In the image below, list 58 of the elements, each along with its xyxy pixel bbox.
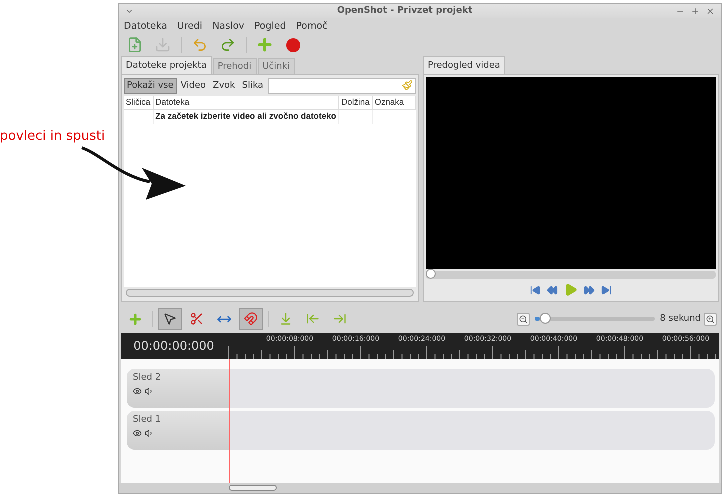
column-header[interactable]: Oznaka [372, 96, 416, 110]
rewind-icon[interactable] [547, 284, 558, 296]
play-icon[interactable] [564, 283, 578, 297]
redo-icon [220, 37, 236, 53]
zoom-out-button[interactable] [517, 312, 530, 326]
filter-button[interactable]: Slika [239, 78, 267, 94]
menu-item[interactable]: Pomoč [296, 20, 328, 32]
speaker-icon[interactable] [145, 429, 154, 438]
speaker-icon[interactable] [145, 387, 154, 396]
eye-icon[interactable] [133, 387, 142, 396]
fast-forward-icon[interactable] [584, 284, 595, 296]
column-header[interactable]: Datoteka [154, 96, 340, 110]
tab[interactable]: Prehodi [212, 58, 257, 74]
jump-right-icon [333, 312, 347, 326]
undo-icon [192, 37, 208, 53]
menu-item[interactable]: Pogled [254, 20, 286, 32]
column-header[interactable]: Sličica [124, 96, 154, 110]
record-icon [286, 38, 300, 52]
menu-item[interactable]: Uredi [177, 20, 203, 32]
menu-item[interactable]: Datoteka [124, 20, 168, 32]
new-file-icon [127, 37, 143, 53]
scrollbar[interactable] [126, 289, 414, 297]
eye-icon[interactable] [133, 429, 142, 438]
clear-icon [402, 80, 413, 91]
maximize-icon[interactable] [691, 6, 700, 16]
down-arrow-icon [279, 312, 293, 326]
column-header[interactable]: Dolžina [339, 96, 373, 110]
zoom-reading: 8 sekund [660, 314, 701, 324]
annotation-text: povleci in spusti [0, 129, 106, 144]
slider-thumb[interactable] [426, 269, 436, 279]
skip-start-icon[interactable] [530, 284, 541, 296]
save-icon [155, 37, 171, 53]
window-title: OpenShot - Privzet projekt [336, 6, 474, 16]
zoom-in-button[interactable] [704, 312, 717, 326]
track-name: Sled 1 [133, 415, 162, 425]
scrollbar[interactable] [229, 485, 277, 491]
tab[interactable]: Učinki [258, 58, 296, 74]
filter-button[interactable]: Pokaži vse [124, 78, 177, 94]
track-name: Sled 2 [133, 373, 162, 383]
magnet-icon [244, 312, 258, 326]
table-cell: Za začetek izberite video ali zvočno datoteko [154, 110, 340, 124]
plus-icon [256, 36, 274, 54]
tab[interactable]: Datoteke projekta [121, 56, 212, 74]
menu-item[interactable]: Naslov [212, 20, 245, 32]
plus-icon [128, 312, 142, 326]
search-field[interactable] [268, 78, 416, 94]
close-icon[interactable] [706, 6, 715, 16]
pointer-icon [163, 312, 177, 326]
jump-left-icon [306, 312, 320, 326]
timecode: 00:00:00:000 [132, 338, 216, 355]
scissors-icon [190, 312, 204, 326]
skip-end-icon[interactable] [601, 284, 612, 296]
filter-button[interactable]: Video [178, 78, 210, 94]
seek-slider[interactable] [426, 271, 716, 279]
slider-thumb[interactable] [540, 313, 551, 324]
tool-button[interactable] [158, 308, 182, 330]
tab[interactable]: Predogled videa [423, 56, 506, 74]
filter-button[interactable]: Zvok [210, 78, 238, 94]
